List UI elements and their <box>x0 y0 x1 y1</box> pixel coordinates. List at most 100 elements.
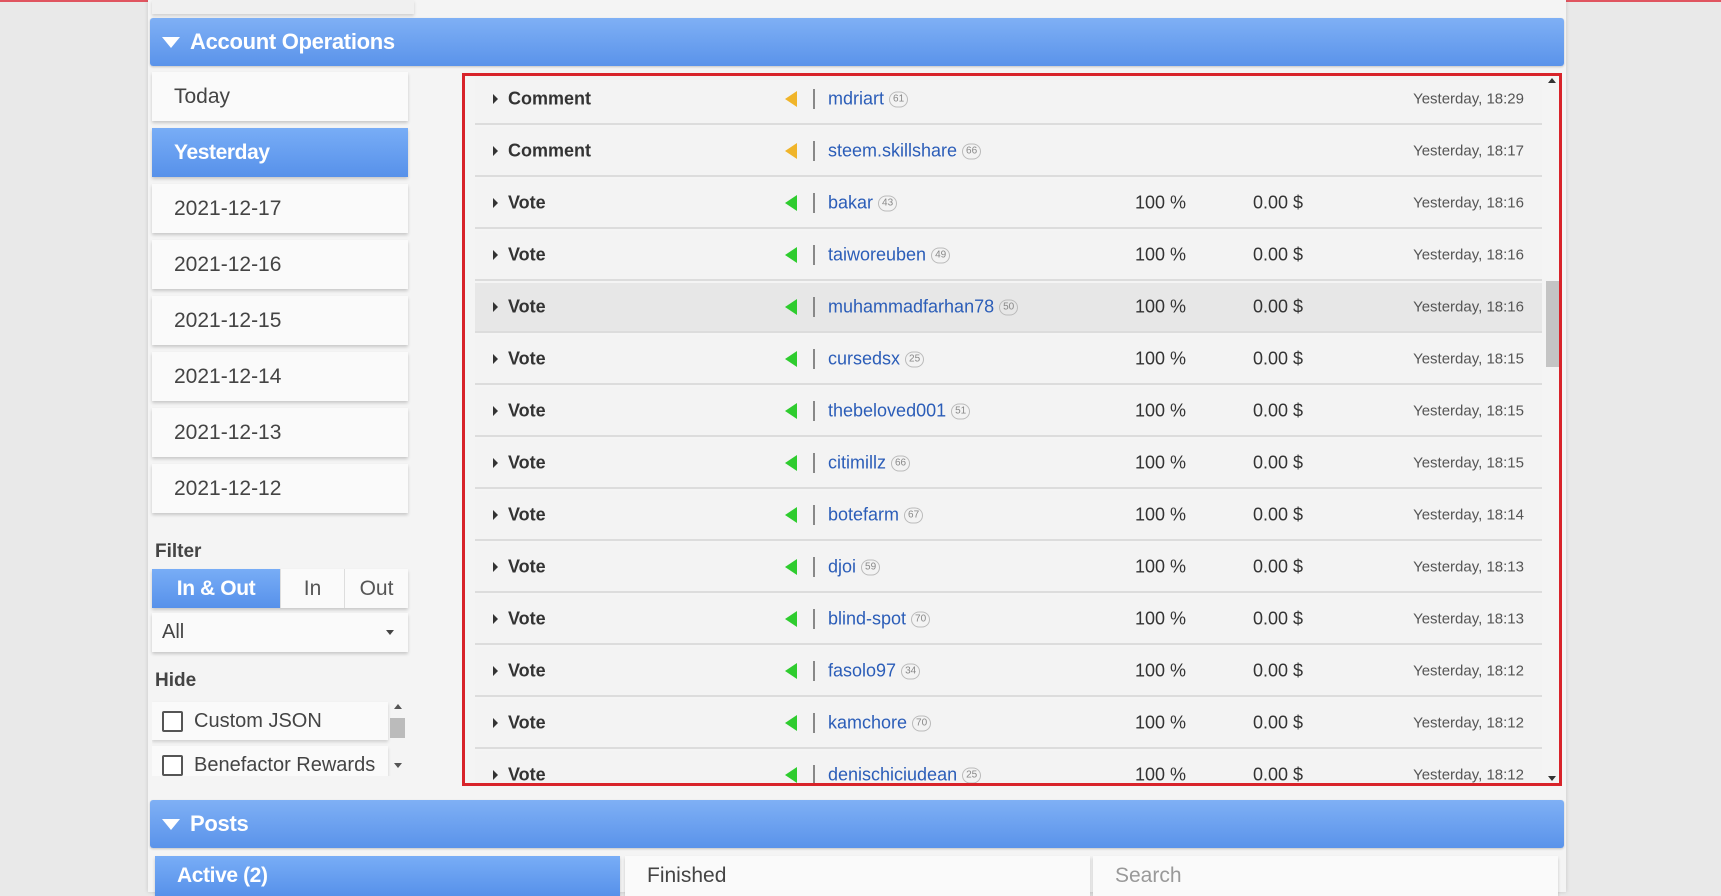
filter-in-button[interactable]: In <box>280 569 344 608</box>
username-link[interactable]: mdriart <box>828 89 884 110</box>
scroll-up-icon[interactable] <box>394 704 402 709</box>
operation-type: Vote <box>508 348 546 369</box>
tab-finished-posts[interactable]: Finished <box>625 856 1090 896</box>
username-link[interactable]: steem.skillshare <box>828 141 957 162</box>
operation-type: Vote <box>508 192 546 213</box>
operations-list[interactable]: Comment mdriart 61 Yesterday, 18:29 Comment s… <box>475 76 1545 783</box>
vote-amount: 0.00 $ <box>1253 348 1304 369</box>
expand-triangle-icon[interactable] <box>493 146 498 156</box>
username-link[interactable]: djoi <box>828 557 856 578</box>
posts-search-input[interactable]: Search <box>1093 856 1558 896</box>
user-link-wrap: blind-spot 70 <box>828 609 931 630</box>
operation-row[interactable]: Vote muhammadfarhan78 50 100 % 0.00 $ Yesterd… <box>475 283 1542 333</box>
direction-filter: In & Out In Out <box>152 569 408 608</box>
scrollbar-thumb[interactable] <box>1546 281 1559 367</box>
account-operations-header[interactable]: Account Operations <box>150 18 1564 66</box>
expand-triangle-icon[interactable] <box>493 718 498 728</box>
operation-row[interactable]: Vote bakar 43 100 % 0.00 $ Yesterday, 18:16 <box>475 179 1542 229</box>
operation-time: Yesterday, 18:14 <box>1413 506 1524 524</box>
operation-type-select[interactable]: All <box>152 613 408 652</box>
expand-triangle-icon[interactable] <box>493 250 498 260</box>
user-link-wrap: muhammadfarhan78 50 <box>828 297 1019 318</box>
date-item[interactable]: 2021-12-15 <box>152 296 408 345</box>
operation-time: Yesterday, 18:12 <box>1413 662 1524 680</box>
checkbox[interactable] <box>162 754 183 776</box>
operation-type: Comment <box>508 88 592 109</box>
operation-row[interactable]: Vote citimillz 66 100 % 0.00 $ Yesterday, 18:… <box>475 439 1542 489</box>
vote-percent: 100 % <box>1135 400 1187 421</box>
incoming-arrow-icon <box>785 247 797 263</box>
operation-row[interactable]: Vote taiworeuben 49 100 % 0.00 $ Yesterday, 1… <box>475 231 1542 281</box>
username-link[interactable]: taiworeuben <box>828 245 926 266</box>
expand-triangle-icon[interactable] <box>493 770 498 780</box>
expand-triangle-icon[interactable] <box>493 198 498 208</box>
operation-time: Yesterday, 18:29 <box>1413 90 1524 108</box>
username-link[interactable]: thebeloved001 <box>828 401 946 422</box>
hide-option-benefactor-rewards[interactable]: Benefactor Rewards <box>152 746 388 776</box>
date-item[interactable]: 2021-12-16 <box>152 240 408 289</box>
date-item[interactable]: Yesterday <box>152 128 408 177</box>
outgoing-arrow-icon <box>785 91 797 107</box>
operation-row[interactable]: Comment steem.skillshare 66 Yesterday, 18:1… <box>475 127 1542 177</box>
hide-options-scrollbar[interactable] <box>388 698 408 774</box>
operation-type: Vote <box>508 556 546 577</box>
scroll-down-icon[interactable] <box>394 763 402 768</box>
expand-triangle-icon[interactable] <box>493 458 498 468</box>
operation-row[interactable]: Vote fasolo97 34 100 % 0.00 $ Yesterday, 18:1… <box>475 647 1542 697</box>
username-link[interactable]: fasolo97 <box>828 661 896 682</box>
collapse-triangle-icon <box>162 818 180 830</box>
reputation-badge: 66 <box>962 143 982 159</box>
username-link[interactable]: bakar <box>828 193 873 214</box>
username-link[interactable]: denischiciudean <box>828 765 957 784</box>
date-item[interactable]: 2021-12-17 <box>152 184 408 233</box>
operation-type: Vote <box>508 452 546 473</box>
operation-row[interactable]: Vote thebeloved001 51 100 % 0.00 $ Yesterday,… <box>475 387 1542 437</box>
filter-out-button[interactable]: Out <box>344 569 408 608</box>
reputation-badge: 70 <box>912 715 932 731</box>
expand-triangle-icon[interactable] <box>493 302 498 312</box>
operation-row[interactable]: Vote denischiciudean 25 100 % 0.00 $ Yesterda… <box>475 751 1542 783</box>
incoming-arrow-icon <box>785 767 797 783</box>
tab-active-posts[interactable]: Active (2) <box>155 856 620 896</box>
expand-triangle-icon[interactable] <box>493 94 498 104</box>
username-link[interactable]: blind-spot <box>828 609 906 630</box>
expand-triangle-icon[interactable] <box>493 354 498 364</box>
filter-in-out-button[interactable]: In & Out <box>152 569 280 608</box>
scroll-up-icon[interactable] <box>1548 78 1556 83</box>
vote-percent: 100 % <box>1135 452 1187 473</box>
scroll-down-icon[interactable] <box>1548 776 1556 781</box>
vote-amount: 0.00 $ <box>1253 764 1304 784</box>
expand-triangle-icon[interactable] <box>493 406 498 416</box>
separator <box>813 713 815 733</box>
date-item[interactable]: 2021-12-12 <box>152 464 408 513</box>
reputation-badge: 66 <box>891 455 911 471</box>
expand-triangle-icon[interactable] <box>493 510 498 520</box>
operation-row[interactable]: Vote botefarm 67 100 % 0.00 $ Yesterday, 18:1… <box>475 491 1542 541</box>
date-item[interactable]: 2021-12-14 <box>152 352 408 401</box>
operation-row[interactable]: Vote cursedsx 25 100 % 0.00 $ Yesterday, 18:1… <box>475 335 1542 385</box>
date-item[interactable]: 2021-12-13 <box>152 408 408 457</box>
operation-row[interactable]: Comment mdriart 61 Yesterday, 18:29 <box>475 76 1542 125</box>
expand-triangle-icon[interactable] <box>493 562 498 572</box>
expand-triangle-icon[interactable] <box>493 666 498 676</box>
operation-row[interactable]: Vote blind-spot 70 100 % 0.00 $ Yesterday, 18… <box>475 595 1542 645</box>
operation-row[interactable]: Vote djoi 59 100 % 0.00 $ Yesterday, 18:13 <box>475 543 1542 593</box>
username-link[interactable]: botefarm <box>828 505 899 526</box>
username-link[interactable]: kamchore <box>828 713 907 734</box>
username-link[interactable]: citimillz <box>828 453 886 474</box>
date-item[interactable]: Today <box>152 72 408 121</box>
operation-row[interactable]: Vote kamchore 70 100 % 0.00 $ Yesterday, 18:1… <box>475 699 1542 749</box>
username-link[interactable]: cursedsx <box>828 349 900 370</box>
incoming-arrow-icon <box>785 715 797 731</box>
hide-option-custom-json[interactable]: Custom JSON <box>152 702 388 740</box>
operation-time: Yesterday, 18:12 <box>1413 766 1524 784</box>
checkbox[interactable] <box>162 710 183 732</box>
hide-options-list: Custom JSON Benefactor Rewards <box>152 696 408 776</box>
operation-type: Vote <box>508 608 546 629</box>
incoming-arrow-icon <box>785 559 797 575</box>
scrollbar-thumb[interactable] <box>390 718 405 738</box>
username-link[interactable]: muhammadfarhan78 <box>828 297 994 318</box>
operations-scrollbar[interactable] <box>1545 76 1560 783</box>
posts-header[interactable]: Posts <box>150 800 1564 848</box>
expand-triangle-icon[interactable] <box>493 614 498 624</box>
